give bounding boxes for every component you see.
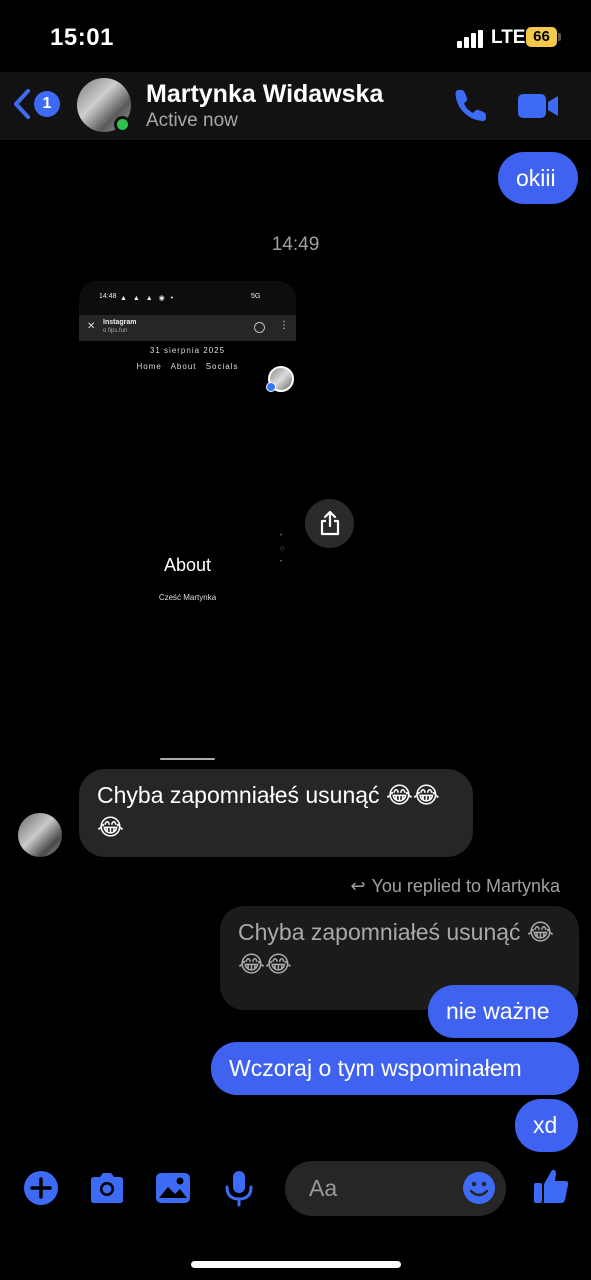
emoji-icon[interactable]	[462, 1171, 496, 1205]
image-about-title: About	[163, 555, 212, 575]
image-home-indicator	[160, 758, 215, 760]
image-url-title: Instagram	[103, 319, 137, 326]
status-time: 15:01	[50, 24, 114, 51]
incoming-message[interactable]: Chyba zapomniałeś usunąć 😂😂😂	[79, 769, 473, 857]
sender-avatar[interactable]	[18, 813, 62, 857]
plus-icon[interactable]	[21, 1168, 61, 1208]
status-bar: 15:01 LTE 66	[0, 0, 591, 72]
image-network: 5G	[251, 293, 261, 300]
image-nav: Home About Socials	[136, 362, 239, 371]
microphone-icon[interactable]	[219, 1168, 259, 1208]
battery-icon: 66	[526, 27, 562, 47]
presence-status: Active now	[146, 110, 238, 131]
reply-arrow-icon: ↩	[350, 876, 366, 896]
image-date: 31 sierpnia 2025	[149, 346, 226, 355]
phone-icon[interactable]	[452, 86, 490, 124]
reply-label: ↩ You replied to Martynka	[350, 876, 560, 896]
message-placeholder: Aa	[309, 1175, 338, 1201]
outgoing-message[interactable]: okiii	[498, 152, 578, 204]
camera-icon[interactable]	[87, 1168, 127, 1208]
online-indicator	[114, 116, 131, 133]
message-input[interactable]: Aa	[285, 1161, 506, 1216]
image-more-icon: ⋮	[279, 320, 289, 331]
outgoing-message[interactable]: xd	[515, 1099, 578, 1152]
image-url: o fips.fun	[103, 328, 128, 334]
contact-name[interactable]: Martynka Widawska	[146, 80, 383, 109]
shared-screenshot-image[interactable]: 14:48 ▲ ▲ ▲ ◉ • 5G ✕ Instagram o fips.fu…	[79, 281, 296, 766]
image-timer-icon	[254, 322, 265, 333]
outgoing-message[interactable]: Wczoraj o tym wspominałem	[211, 1042, 579, 1095]
image-icon[interactable]	[153, 1168, 193, 1208]
battery-level: 66	[526, 27, 557, 47]
network-label: LTE	[491, 27, 526, 48]
unread-badge: 1	[34, 91, 60, 117]
home-indicator	[191, 1261, 401, 1268]
chat-header: 1 Martynka Widawska Active now	[0, 72, 591, 140]
back-chevron-icon	[14, 89, 30, 119]
image-messenger-badge-icon	[266, 382, 276, 392]
share-button[interactable]	[305, 499, 354, 548]
image-status-time: 14:48	[99, 293, 117, 300]
back-button[interactable]: 1	[12, 86, 64, 122]
image-close-icon: ✕	[87, 321, 96, 332]
image-notification-icons: ▲ ▲ ▲ ◉ •	[120, 295, 176, 302]
outgoing-message[interactable]: nie ważne	[428, 985, 578, 1038]
image-about-text: Cześć Martynka	[158, 593, 217, 602]
signal-icon	[457, 30, 483, 48]
message-timestamp: 14:49	[271, 234, 320, 255]
video-camera-icon[interactable]	[516, 90, 560, 122]
share-icon	[320, 510, 340, 536]
thumbs-up-icon[interactable]	[532, 1166, 572, 1206]
